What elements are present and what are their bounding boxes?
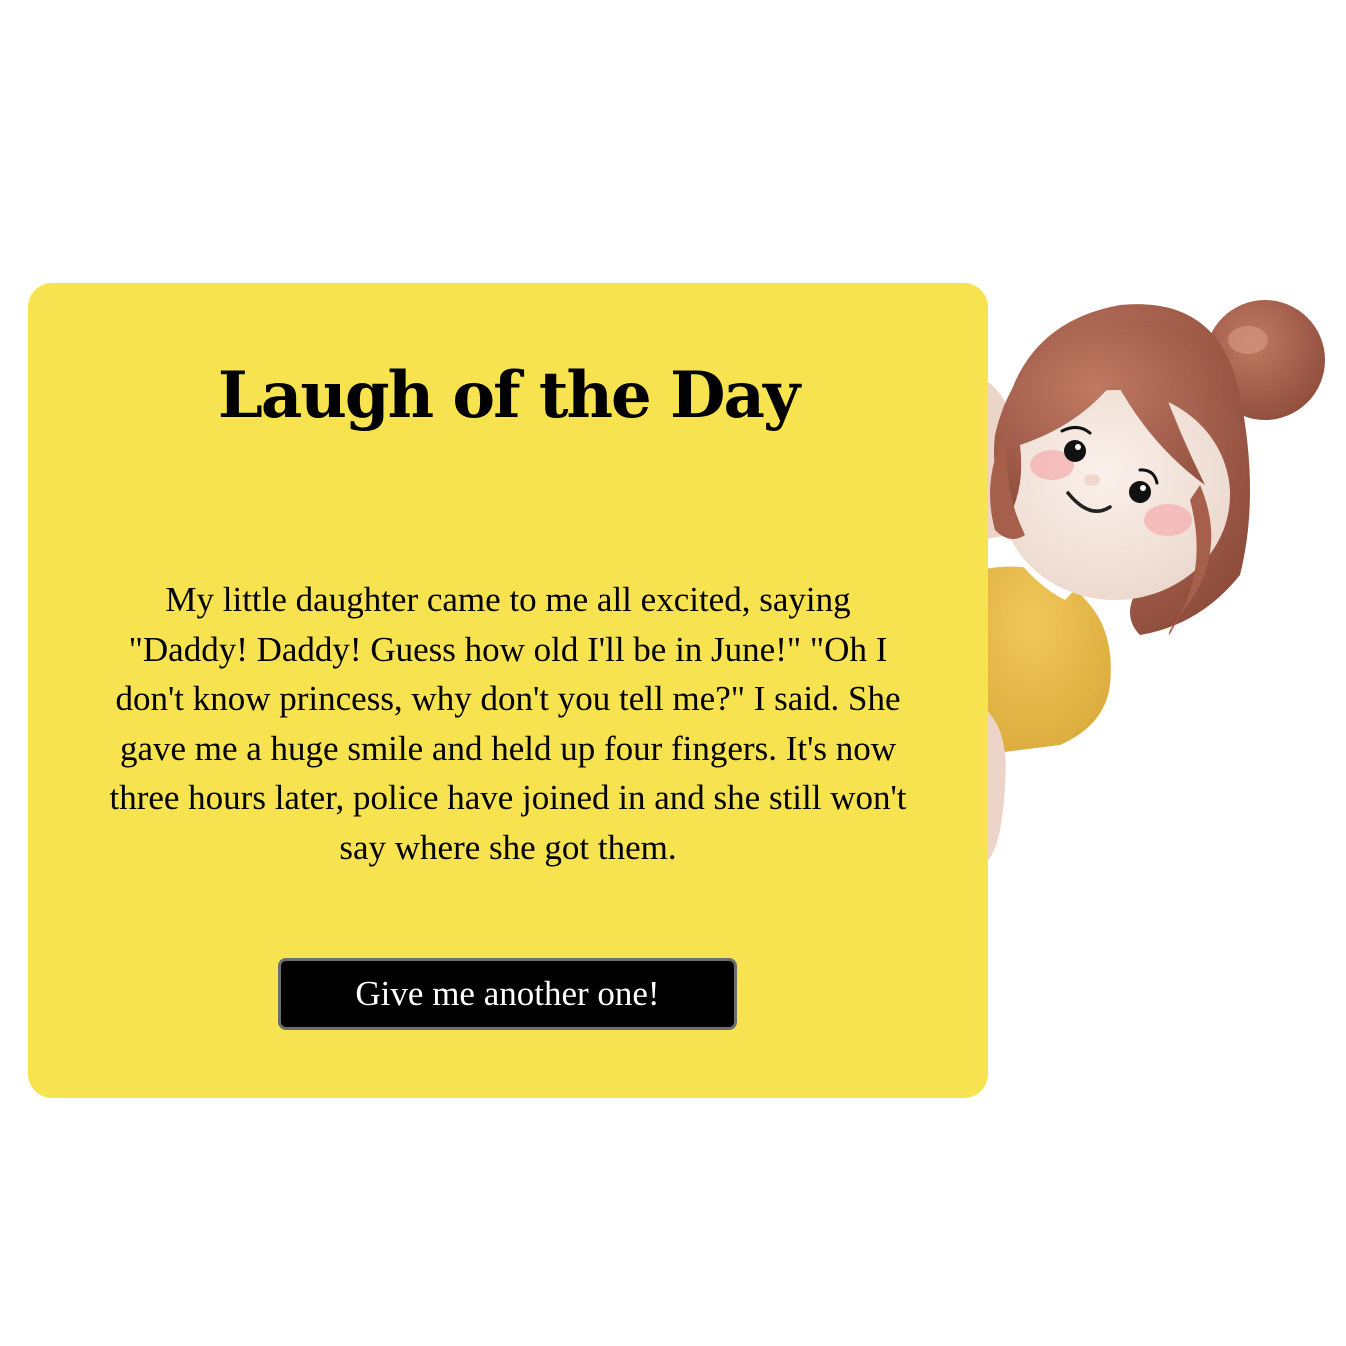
card-title: Laugh of the Day [217, 358, 800, 433]
joke-card: Laugh of the Day My little daughter came… [28, 283, 988, 1098]
joke-text: My little daughter came to me all excite… [109, 580, 907, 867]
another-joke-button[interactable]: Give me another one! [278, 958, 737, 1030]
peeking-girl-illustration [980, 300, 1325, 860]
page: Laugh of the Day My little daughter came… [0, 0, 1346, 1346]
